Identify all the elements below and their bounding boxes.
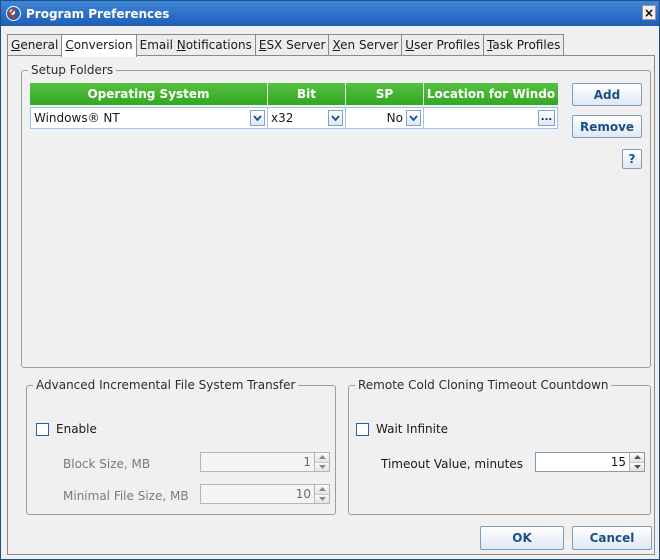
bit-value: x32 — [271, 111, 294, 125]
grid-header: Operating System Bit SP Location for Win… — [30, 83, 558, 105]
os-value: Windows® NT — [34, 111, 120, 125]
tab-email-notifications[interactable]: Email Notifications — [135, 34, 256, 56]
timeout-label: Timeout Value, minutes — [381, 457, 523, 471]
remove-button[interactable]: Remove — [572, 115, 642, 138]
enable-checkbox[interactable] — [36, 422, 49, 436]
column-header-os[interactable]: Operating System — [30, 83, 268, 105]
tab-xen-server[interactable]: Xen Server — [328, 34, 403, 56]
title-bar: Program Preferences × — [1, 1, 659, 26]
bit-cell[interactable]: x32 — [268, 108, 346, 128]
sp-value: No — [386, 111, 403, 125]
tab-label-suffix: en Server — [340, 38, 399, 52]
timeout-spin-buttons[interactable] — [629, 453, 644, 471]
timeout-spinner[interactable]: 15 — [535, 452, 645, 472]
wait-infinite-label: Wait Infinite — [376, 422, 449, 436]
tab-label-mnemonic: C — [65, 38, 74, 52]
min-file-size-spinner[interactable]: 10 — [200, 484, 330, 504]
min-file-size-label: Minimal File Size, MB — [63, 489, 189, 503]
enable-label: Enable — [56, 422, 97, 436]
setup-folders-group: Setup Folders Operating System Bit SP Lo… — [21, 63, 651, 368]
column-header-sp[interactable]: SP — [346, 83, 424, 105]
tab-label-mnemonic: G — [11, 38, 21, 52]
table-row[interactable]: Windows® NT x32 No ... — [30, 107, 558, 129]
min-file-size-value: 10 — [295, 487, 311, 501]
spin-up-icon[interactable] — [315, 453, 329, 463]
block-size-spin-buttons[interactable] — [314, 453, 329, 471]
cancel-button[interactable]: Cancel — [572, 526, 652, 550]
spin-down-icon[interactable] — [315, 462, 329, 471]
tab-label-suffix: onversion — [73, 38, 133, 52]
tab-label-suffix: SX Server — [266, 38, 326, 52]
wait-infinite-checkbox[interactable] — [356, 422, 369, 436]
spin-up-icon[interactable] — [315, 485, 329, 495]
tab-label-suffix: ser Profiles — [414, 38, 481, 52]
advanced-transfer-group: Advanced Incremental File System Transfe… — [26, 378, 336, 515]
app-icon — [6, 6, 21, 21]
ok-button[interactable]: OK — [480, 526, 564, 550]
setup-folders-grid: Operating System Bit SP Location for Win… — [30, 83, 558, 138]
column-header-bit[interactable]: Bit — [268, 83, 346, 105]
close-button[interactable]: × — [642, 5, 656, 20]
tab-esx-server[interactable]: ESX Server — [254, 34, 330, 56]
tab-label-mnemonic: X — [332, 38, 341, 52]
tab-label-prefix: Email — [139, 38, 177, 52]
sp-cell[interactable]: No — [346, 108, 424, 128]
block-size-spinner[interactable]: 1 — [200, 452, 330, 472]
tab-general[interactable]: General — [7, 34, 63, 56]
tab-label-suffix: ask Profiles — [492, 38, 561, 52]
tab-conversion[interactable]: Conversion — [61, 34, 137, 57]
timeout-value[interactable]: 15 — [611, 455, 629, 469]
min-file-size-spin-buttons[interactable] — [314, 485, 329, 503]
preferences-window: Program Preferences × General Conversion E… — [0, 0, 660, 560]
remote-cold-cloning-group: Remote Cold Cloning Timeout Countdown Wa… — [348, 378, 651, 515]
setup-folders-title: Setup Folders — [28, 63, 117, 77]
spin-down-icon[interactable] — [630, 462, 644, 471]
add-button[interactable]: Add — [572, 83, 642, 106]
enable-checkbox-row[interactable]: Enable — [36, 422, 97, 436]
help-button[interactable]: ? — [622, 149, 642, 169]
window-title: Program Preferences — [26, 6, 170, 21]
remote-cold-cloning-title: Remote Cold Cloning Timeout Countdown — [355, 378, 612, 392]
tab-strip: General Conversion Email Notifications ESX … — [7, 34, 565, 57]
tab-label-suffix: otifications — [185, 38, 252, 52]
chevron-down-icon[interactable] — [328, 110, 343, 126]
advanced-transfer-title: Advanced Incremental File System Transfe… — [33, 378, 299, 392]
os-cell[interactable]: Windows® NT — [31, 108, 268, 128]
spin-up-icon[interactable] — [630, 453, 644, 463]
spin-down-icon[interactable] — [315, 494, 329, 503]
tab-task-profiles[interactable]: Task Profiles — [483, 34, 565, 56]
tab-label-suffix: eneral — [20, 38, 59, 52]
column-header-location[interactable]: Location for Windo — [424, 83, 558, 105]
chevron-down-icon[interactable] — [406, 110, 421, 126]
conversion-tab-panel: Setup Folders Operating System Bit SP Lo… — [7, 55, 655, 555]
tab-label-mnemonic: U — [405, 38, 415, 52]
chevron-down-icon[interactable] — [250, 110, 265, 126]
tab-user-profiles[interactable]: User Profiles — [401, 34, 485, 56]
location-cell[interactable]: ... — [424, 108, 557, 128]
block-size-label: Block Size, MB — [63, 457, 151, 471]
wait-infinite-checkbox-row[interactable]: Wait Infinite — [356, 422, 448, 436]
browse-button[interactable]: ... — [538, 110, 555, 126]
tab-label-mnemonic: N — [176, 38, 186, 52]
block-size-value: 1 — [303, 455, 311, 469]
